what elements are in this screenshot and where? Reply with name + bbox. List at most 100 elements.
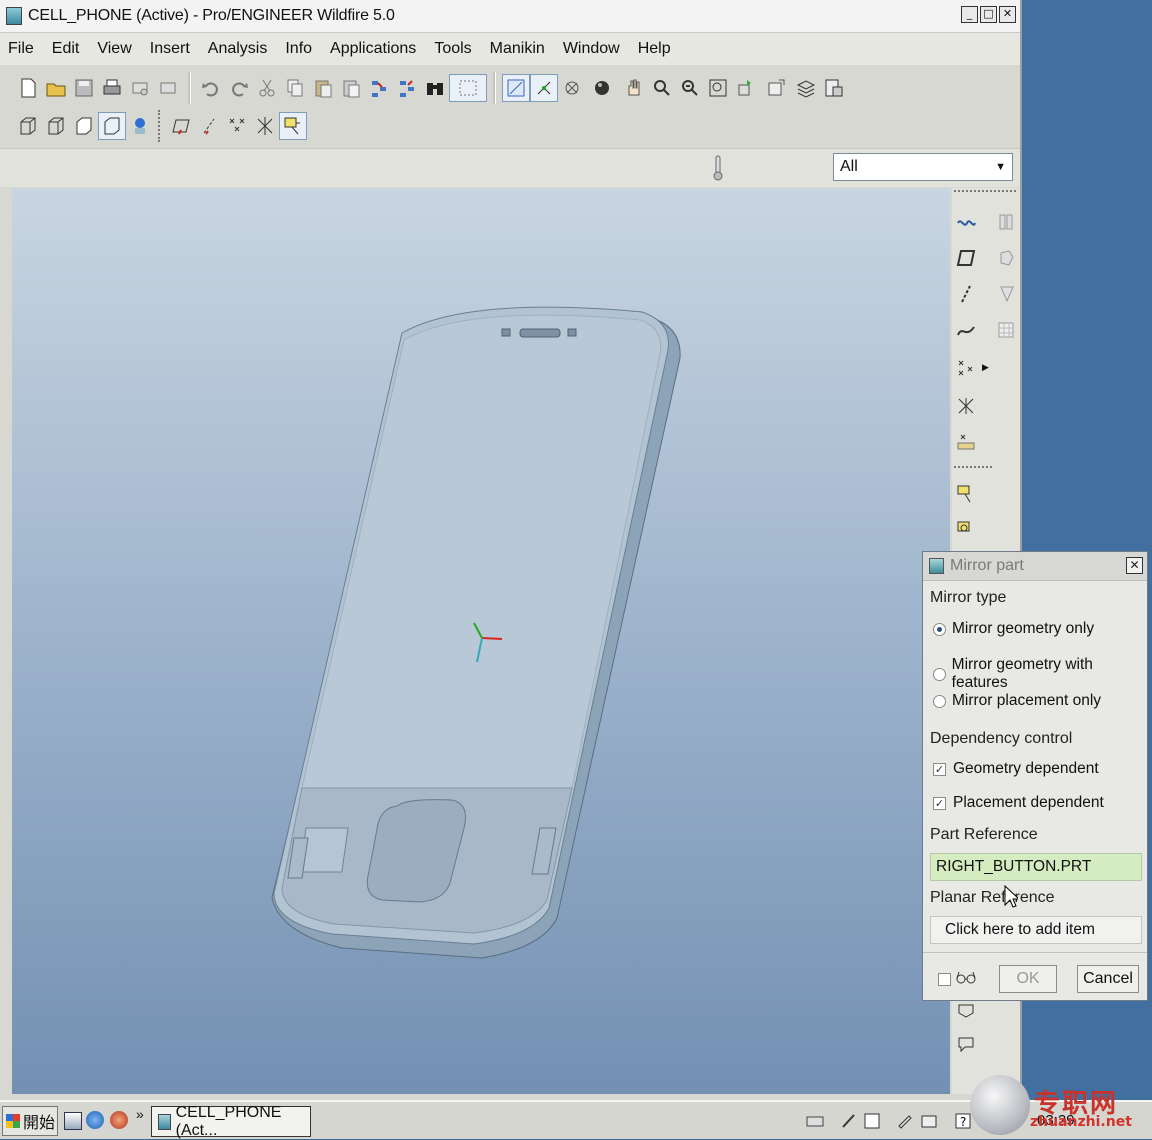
close-button[interactable]: ✕ bbox=[999, 6, 1016, 23]
planar-reference-field[interactable]: Click here to add item bbox=[930, 916, 1142, 944]
axis-icon[interactable] bbox=[952, 280, 980, 308]
datum-display-icon[interactable] bbox=[502, 74, 530, 102]
graphics-viewport[interactable] bbox=[12, 188, 950, 1094]
print-icon[interactable] bbox=[98, 74, 126, 102]
option-mirror-geometry-features[interactable]: Mirror geometry with features bbox=[933, 656, 1147, 692]
zoom-out-icon[interactable] bbox=[676, 74, 704, 102]
help-icon[interactable]: ? bbox=[954, 1112, 972, 1130]
annotation-feature-icon[interactable] bbox=[952, 480, 980, 508]
annotation-icon[interactable] bbox=[279, 112, 307, 140]
menu-info[interactable]: Info bbox=[276, 40, 321, 58]
handwriting-icon[interactable] bbox=[897, 1112, 915, 1130]
dialog-close-button[interactable]: ✕ bbox=[1126, 557, 1143, 574]
media-icon[interactable] bbox=[110, 1111, 128, 1129]
thermometer-icon bbox=[712, 154, 724, 182]
maximize-button[interactable]: □ bbox=[980, 6, 997, 23]
surface-icon[interactable] bbox=[992, 280, 1020, 308]
pen-icon[interactable] bbox=[840, 1112, 858, 1130]
plane-icon[interactable] bbox=[952, 244, 980, 272]
selection-box-icon[interactable] bbox=[449, 74, 487, 102]
undo-icon[interactable] bbox=[197, 74, 225, 102]
menu-insert[interactable]: Insert bbox=[141, 40, 199, 58]
pattern-icon[interactable] bbox=[992, 316, 1020, 344]
more-chevron-icon[interactable]: » bbox=[136, 1106, 144, 1122]
option-mirror-placement-only[interactable]: Mirror placement only bbox=[933, 692, 1101, 710]
menu-view[interactable]: View bbox=[88, 40, 140, 58]
placement-dependent-checkbox[interactable]: ✓ Placement dependent bbox=[933, 794, 1104, 812]
cut-icon[interactable] bbox=[253, 74, 281, 102]
shape-icon[interactable] bbox=[992, 244, 1020, 272]
regen-manager-icon[interactable] bbox=[393, 74, 421, 102]
new-file-icon[interactable] bbox=[14, 74, 42, 102]
ok-button[interactable]: OK bbox=[999, 965, 1057, 993]
menu-window[interactable]: Window bbox=[554, 40, 629, 58]
menu-manikin[interactable]: Manikin bbox=[481, 40, 554, 58]
appearance-icon[interactable] bbox=[126, 112, 154, 140]
preview-checkbox[interactable] bbox=[938, 973, 951, 986]
datum-axis-icon[interactable] bbox=[530, 74, 558, 102]
app-window: CELL_PHONE (Active) - Pro/ENGINEER Wildf… bbox=[0, 0, 1022, 1100]
datum-axis-toggle-icon[interactable] bbox=[195, 112, 223, 140]
redo-icon[interactable] bbox=[225, 74, 253, 102]
paste-icon[interactable] bbox=[309, 74, 337, 102]
radio-unselected[interactable] bbox=[933, 667, 946, 681]
manikin-view-icon[interactable] bbox=[952, 1030, 980, 1058]
mirror-plane-icon[interactable] bbox=[992, 208, 1020, 236]
geometry-dependent-checkbox[interactable]: ✓ Geometry dependent bbox=[933, 760, 1099, 778]
menu-help[interactable]: Help bbox=[629, 40, 680, 58]
sketch-icon[interactable] bbox=[952, 208, 980, 236]
task-cell-phone[interactable]: CELL_PHONE (Act... bbox=[151, 1104, 311, 1139]
no-hidden-icon[interactable] bbox=[70, 112, 98, 140]
regenerate-icon[interactable] bbox=[365, 74, 393, 102]
start-button[interactable]: 開始 bbox=[2, 1106, 58, 1136]
curve-icon[interactable] bbox=[952, 316, 980, 344]
option-mirror-geometry-only[interactable]: Mirror geometry only bbox=[933, 620, 1094, 638]
menu-file[interactable]: File bbox=[0, 40, 43, 58]
zoom-in-icon[interactable] bbox=[648, 74, 676, 102]
reorient-icon[interactable] bbox=[732, 74, 760, 102]
send-mail-icon[interactable] bbox=[126, 74, 154, 102]
wireframe-icon[interactable] bbox=[14, 112, 42, 140]
menu-applications[interactable]: Applications bbox=[321, 40, 425, 58]
flyout-arrow-icon[interactable]: ▶ bbox=[982, 362, 989, 373]
hidden-line-icon[interactable] bbox=[42, 112, 70, 140]
ie-icon[interactable] bbox=[86, 1111, 104, 1129]
analysis-feature-icon[interactable] bbox=[952, 428, 980, 456]
datum-plane-icon[interactable] bbox=[167, 112, 195, 140]
radio-unselected[interactable] bbox=[933, 694, 946, 708]
minimize-button[interactable]: _ bbox=[961, 6, 978, 23]
coord-sys-icon[interactable] bbox=[251, 112, 279, 140]
selection-filter-dropdown[interactable]: All ▼ bbox=[833, 153, 1013, 181]
save-icon[interactable] bbox=[70, 74, 98, 102]
shading-sphere-icon[interactable] bbox=[586, 74, 620, 102]
radio-selected[interactable] bbox=[933, 622, 946, 636]
show-desktop-icon[interactable] bbox=[64, 1112, 82, 1130]
refit-icon[interactable] bbox=[704, 74, 732, 102]
checkbox-checked[interactable]: ✓ bbox=[933, 762, 946, 776]
keyboard-icon[interactable] bbox=[806, 1112, 824, 1130]
point-icon[interactable] bbox=[952, 354, 980, 382]
csys-icon[interactable] bbox=[952, 392, 980, 420]
find-binoculars-icon[interactable] bbox=[421, 74, 449, 102]
layers-icon[interactable] bbox=[792, 74, 820, 102]
pan-hand-icon[interactable] bbox=[620, 74, 648, 102]
checkbox-checked[interactable]: ✓ bbox=[933, 796, 946, 810]
paste-special-icon[interactable] bbox=[337, 74, 365, 102]
menu-edit[interactable]: Edit bbox=[43, 40, 89, 58]
shaded-icon[interactable] bbox=[98, 112, 126, 140]
settings-icon[interactable] bbox=[920, 1112, 938, 1130]
open-folder-icon[interactable] bbox=[42, 74, 70, 102]
part-reference-field[interactable]: RIGHT_BUTTON.PRT bbox=[930, 853, 1142, 881]
view-manager-icon[interactable] bbox=[820, 74, 848, 102]
copy-icon[interactable] bbox=[281, 74, 309, 102]
menu-tools[interactable]: Tools bbox=[425, 40, 480, 58]
saved-views-icon[interactable] bbox=[760, 74, 792, 102]
annotation-edit-icon[interactable] bbox=[952, 516, 980, 544]
datum-points-icon[interactable] bbox=[558, 74, 586, 102]
datum-point-toggle-icon[interactable] bbox=[223, 112, 251, 140]
send-link-icon[interactable] bbox=[154, 74, 182, 102]
cancel-button[interactable]: Cancel bbox=[1077, 965, 1139, 993]
ime-icon[interactable] bbox=[863, 1112, 881, 1130]
menu-analysis[interactable]: Analysis bbox=[199, 40, 277, 58]
dependency-control-label: Dependency control bbox=[930, 730, 1073, 747]
